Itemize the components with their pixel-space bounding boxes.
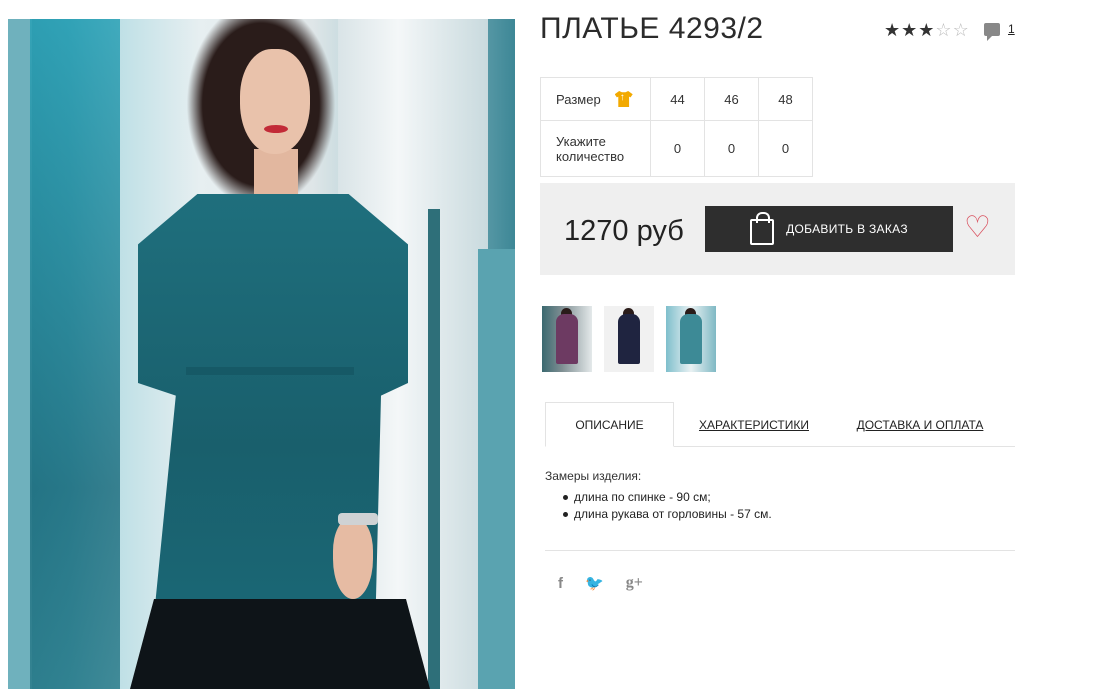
comment-icon bbox=[984, 22, 1000, 41]
description-list: длина по спинке - 90 см; длина рукава от… bbox=[545, 489, 772, 523]
dress-belt bbox=[186, 367, 354, 375]
background-frame bbox=[428, 209, 440, 689]
size-quantity-table: Размер 44 46 48 Укажите количество 0 0 0 bbox=[540, 77, 813, 177]
divider bbox=[545, 550, 1015, 551]
list-item: длина по спинке - 90 см; bbox=[563, 489, 772, 506]
add-to-order-button[interactable]: ДОБАВИТЬ В ЗАКАЗ bbox=[705, 206, 953, 252]
description-heading: Замеры изделия: bbox=[545, 469, 642, 483]
thumbnail-gallery bbox=[542, 306, 716, 372]
background-frame bbox=[478, 249, 515, 689]
comments-link[interactable]: 1 bbox=[984, 22, 1015, 41]
product-tabs: ОПИСАНИЕ ХАРАКТЕРИСТИКИ ДОСТАВКА И ОПЛАТ… bbox=[545, 402, 1015, 447]
tab-delivery-payment[interactable]: ДОСТАВКА И ОПЛАТА bbox=[834, 402, 1006, 447]
list-item: длина рукава от горловины - 57 см. bbox=[563, 506, 772, 523]
size-label-cell: Размер bbox=[540, 77, 651, 121]
price-bar: 1270 руб ДОБАВИТЬ В ЗАКАЗ ♡ bbox=[540, 183, 1015, 275]
shopping-bag-icon bbox=[750, 212, 775, 245]
size-cell: 44 bbox=[650, 77, 705, 121]
background-glass bbox=[8, 19, 32, 689]
tab-description[interactable]: ОПИСАНИЕ bbox=[545, 402, 674, 447]
star-icon[interactable]: ★ bbox=[918, 20, 934, 40]
product-rating[interactable]: ★ ★ ★ ☆ ☆ bbox=[884, 20, 969, 40]
add-to-order-label: ДОБАВИТЬ В ЗАКАЗ bbox=[786, 222, 908, 236]
comments-count[interactable]: 1 bbox=[1008, 22, 1015, 36]
product-main-image[interactable] bbox=[8, 19, 515, 689]
size-label: Размер bbox=[556, 91, 601, 107]
product-title: ПЛАТЬЕ 4293/2 bbox=[540, 12, 764, 45]
model-lips bbox=[264, 125, 288, 133]
star-icon[interactable]: ★ bbox=[884, 20, 900, 40]
facebook-icon[interactable]: f bbox=[558, 575, 563, 592]
size-row: Размер 44 46 48 bbox=[540, 77, 813, 121]
background-glass bbox=[30, 19, 120, 689]
google-plus-icon[interactable]: g+ bbox=[626, 574, 643, 592]
quantity-label: Укажите количество bbox=[540, 120, 651, 177]
thumb-figure bbox=[556, 314, 578, 364]
model-hand bbox=[333, 519, 373, 599]
heart-icon[interactable]: ♡ bbox=[964, 213, 991, 243]
size-cell: 48 bbox=[758, 77, 813, 121]
thumb-figure bbox=[680, 314, 702, 364]
thumbnail-teal-dress[interactable] bbox=[666, 306, 716, 372]
description-panel: Замеры изделия: длина по спинке - 90 см;… bbox=[545, 469, 772, 523]
product-price: 1270 руб bbox=[564, 215, 684, 247]
quantity-input[interactable]: 0 bbox=[758, 120, 813, 177]
thumb-figure bbox=[618, 314, 640, 364]
social-share: f 🐦 g+ bbox=[558, 574, 643, 592]
thumbnail-purple-dress[interactable] bbox=[542, 306, 592, 372]
quantity-input[interactable]: 0 bbox=[650, 120, 705, 177]
star-empty-icon[interactable]: ☆ bbox=[935, 20, 951, 40]
thumbnail-navy-dress[interactable] bbox=[604, 306, 654, 372]
tab-characteristics[interactable]: ХАРАКТЕРИСТИКИ bbox=[674, 402, 834, 447]
model-watch bbox=[338, 513, 378, 525]
star-icon[interactable]: ★ bbox=[901, 20, 917, 40]
quantity-row: Укажите количество 0 0 0 bbox=[540, 120, 813, 177]
tshirt-icon[interactable] bbox=[614, 91, 633, 107]
quantity-input[interactable]: 0 bbox=[704, 120, 759, 177]
star-empty-icon[interactable]: ☆ bbox=[953, 20, 969, 40]
twitter-icon[interactable]: 🐦 bbox=[585, 574, 604, 592]
size-cell: 46 bbox=[704, 77, 759, 121]
dress-ruffle bbox=[130, 599, 430, 689]
model-face bbox=[240, 49, 310, 154]
